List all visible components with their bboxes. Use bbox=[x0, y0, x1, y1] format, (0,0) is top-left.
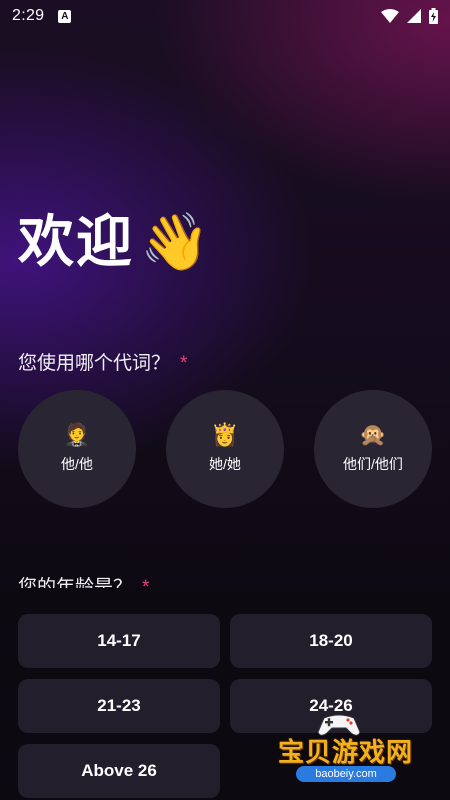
wifi-icon bbox=[381, 9, 399, 23]
age-option-above-26[interactable]: Above 26 bbox=[18, 744, 220, 798]
pronoun-option-they[interactable]: 🙊 他们/他们 bbox=[314, 390, 432, 508]
signal-icon bbox=[407, 9, 421, 23]
status-time: 2:29 bbox=[12, 7, 45, 24]
status-bar: 2:29 A bbox=[0, 0, 450, 32]
watermark-text: 宝贝游戏网 bbox=[278, 738, 414, 768]
pronoun-option-he[interactable]: 🤵 他/他 bbox=[18, 390, 136, 508]
waving-hand-icon: 👋 bbox=[140, 210, 210, 273]
welcome-heading: 欢迎 👋 bbox=[18, 214, 210, 270]
pronoun-option-she[interactable]: 👸 她/她 bbox=[166, 390, 284, 508]
battery-icon bbox=[429, 8, 438, 24]
notification-icon: A bbox=[58, 9, 72, 23]
pronoun-label: 她/她 bbox=[209, 456, 241, 472]
pronoun-label: 他们/他们 bbox=[343, 456, 403, 472]
age-option-18-20[interactable]: 18-20 bbox=[230, 614, 432, 668]
age-option-21-23[interactable]: 21-23 bbox=[18, 679, 220, 733]
princess-icon: 👸 bbox=[211, 422, 239, 447]
watermark-url: baobeiy.com bbox=[296, 766, 396, 782]
speak-no-evil-monkey-icon: 🙊 bbox=[359, 422, 387, 447]
age-option-14-17[interactable]: 14-17 bbox=[18, 614, 220, 668]
welcome-title: 欢迎 bbox=[18, 210, 134, 273]
man-in-tuxedo-icon: 🤵 bbox=[63, 422, 91, 447]
required-mark: * bbox=[180, 353, 188, 374]
pronoun-question: 您使用哪个代词？ * bbox=[18, 348, 187, 375]
status-icons bbox=[381, 8, 438, 24]
pronoun-question-label: 您使用哪个代词？ bbox=[18, 353, 171, 374]
pronoun-label: 他/他 bbox=[61, 456, 93, 472]
watermark: 宝贝游戏网 baobeiy.com bbox=[266, 714, 426, 786]
